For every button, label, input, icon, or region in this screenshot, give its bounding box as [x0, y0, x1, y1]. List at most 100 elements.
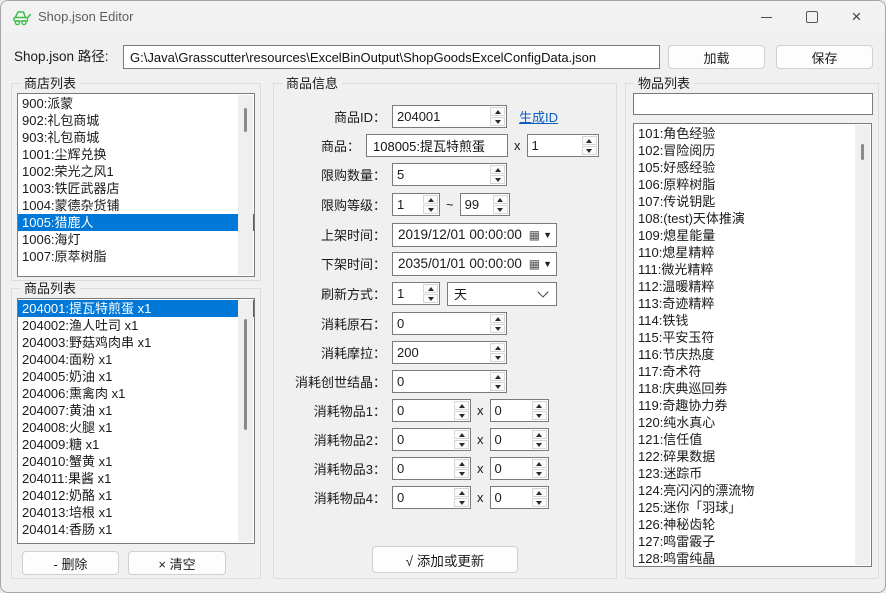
cost-item1-count-spinner[interactable]: 0: [490, 399, 549, 422]
spin-down-button[interactable]: [532, 440, 547, 449]
spin-down-button[interactable]: [582, 146, 597, 155]
list-item[interactable]: 1002:荣光之风1: [18, 163, 254, 180]
list-item[interactable]: 110:熄星精粹: [634, 244, 871, 261]
limit-level-min-spinner[interactable]: 1: [392, 193, 440, 216]
list-item[interactable]: 204006:熏禽肉 x1: [18, 385, 254, 402]
list-item[interactable]: 204003:野菇鸡肉串 x1: [18, 334, 254, 351]
list-item[interactable]: 113:奇迹精粹: [634, 295, 871, 312]
spin-up-button[interactable]: [532, 401, 547, 410]
path-input[interactable]: [123, 45, 660, 69]
clear-button[interactable]: × 清空: [128, 551, 226, 575]
cost-item3-id-spinner[interactable]: 0: [392, 457, 471, 480]
list-item[interactable]: 107:传说钥匙: [634, 193, 871, 210]
spin-down-button[interactable]: [490, 382, 505, 391]
list-item[interactable]: 119:奇趣协力券: [634, 397, 871, 414]
delete-button[interactable]: - 删除: [22, 551, 119, 575]
spin-down-button[interactable]: [454, 469, 469, 478]
close-button[interactable]: ×: [834, 1, 879, 33]
list-item[interactable]: 204011:果酱 x1: [18, 470, 254, 487]
list-item[interactable]: 204012:奶酪 x1: [18, 487, 254, 504]
spin-up-button[interactable]: [493, 195, 508, 204]
spin-down-button[interactable]: [532, 498, 547, 507]
scrollbar-track[interactable]: [238, 300, 253, 542]
begin-time-picker[interactable]: 2019/12/01 00:00:00 ▦ ▼: [392, 223, 557, 247]
list-item[interactable]: 1007:原萃树脂: [18, 248, 254, 265]
cost-item4-count-spinner[interactable]: 0: [490, 486, 549, 509]
cost-item2-count-spinner[interactable]: 0: [490, 428, 549, 451]
list-item[interactable]: 120:纯水真心: [634, 414, 871, 431]
list-item[interactable]: 1005:猎鹿人: [18, 214, 254, 231]
spin-up-button[interactable]: [532, 459, 547, 468]
spin-up-button[interactable]: [454, 401, 469, 410]
cost-item1-id-spinner[interactable]: 0: [392, 399, 471, 422]
list-item[interactable]: 114:铁钱: [634, 312, 871, 329]
list-item[interactable]: 121:信任值: [634, 431, 871, 448]
list-item[interactable]: 903:礼包商城: [18, 129, 254, 146]
list-item[interactable]: 101:角色经验: [634, 125, 871, 142]
list-item[interactable]: 115:平安玉符: [634, 329, 871, 346]
spin-down-button[interactable]: [490, 175, 505, 184]
list-item[interactable]: 111:微光精粹: [634, 261, 871, 278]
spin-up-button[interactable]: [532, 430, 547, 439]
dropdown-arrow-icon[interactable]: ▼: [543, 230, 552, 240]
list-item[interactable]: 204002:渔人吐司 x1: [18, 317, 254, 334]
spin-down-button[interactable]: [532, 411, 547, 420]
list-item[interactable]: 204001:提瓦特煎蛋 x1: [18, 300, 254, 317]
spin-down-button[interactable]: [493, 205, 508, 214]
scrollbar-track[interactable]: [855, 125, 870, 565]
spin-up-button[interactable]: [490, 314, 505, 323]
load-button[interactable]: 加载: [668, 45, 765, 69]
cost-item3-count-spinner[interactable]: 0: [490, 457, 549, 480]
spin-down-button[interactable]: [532, 469, 547, 478]
cost-crystal-spinner[interactable]: 0: [392, 370, 507, 393]
list-item[interactable]: 204004:面粉 x1: [18, 351, 254, 368]
spin-down-button[interactable]: [423, 294, 438, 303]
refresh-value-spinner[interactable]: 1: [392, 282, 440, 305]
spin-up-button[interactable]: [423, 195, 438, 204]
spin-up-button[interactable]: [490, 107, 505, 116]
title-bar[interactable]: Shop.json Editor ×: [1, 1, 885, 33]
list-item[interactable]: 204014:香肠 x1: [18, 521, 254, 538]
spin-up-button[interactable]: [423, 284, 438, 293]
spin-up-button[interactable]: [454, 488, 469, 497]
list-item[interactable]: 123:迷踪币: [634, 465, 871, 482]
shop-listbox[interactable]: 900:派蒙902:礼包商城903:礼包商城1001:尘辉兑换1002:荣光之风…: [17, 93, 255, 277]
save-button[interactable]: 保存: [776, 45, 873, 69]
maximize-button[interactable]: [789, 1, 834, 33]
list-item[interactable]: 204008:火腿 x1: [18, 419, 254, 436]
end-time-picker[interactable]: 2035/01/01 00:00:00 ▦ ▼: [392, 252, 557, 276]
item-search-input[interactable]: [633, 93, 873, 115]
spin-up-button[interactable]: [532, 488, 547, 497]
refresh-unit-select[interactable]: 天: [447, 282, 557, 306]
goods-id-spinner[interactable]: 204001: [392, 105, 507, 128]
spin-up-button[interactable]: [490, 165, 505, 174]
list-item[interactable]: 102:冒险阅历: [634, 142, 871, 159]
spin-down-button[interactable]: [490, 353, 505, 362]
goods-count-spinner[interactable]: 1: [527, 134, 599, 157]
list-item[interactable]: 108:(test)天体推演: [634, 210, 871, 227]
list-item[interactable]: 116:节庆热度: [634, 346, 871, 363]
list-item[interactable]: 109:熄星能量: [634, 227, 871, 244]
list-item[interactable]: 204009:糖 x1: [18, 436, 254, 453]
list-item[interactable]: 1003:铁匠武器店: [18, 180, 254, 197]
generate-id-link[interactable]: 生成ID: [519, 107, 558, 126]
spin-down-button[interactable]: [490, 324, 505, 333]
list-item[interactable]: 112:温暖精粹: [634, 278, 871, 295]
scrollbar-thumb[interactable]: [861, 144, 864, 160]
add-or-update-button[interactable]: √ 添加或更新: [372, 546, 518, 573]
list-item[interactable]: 204005:奶油 x1: [18, 368, 254, 385]
minimize-button[interactable]: [744, 1, 789, 33]
scrollbar-thumb[interactable]: [244, 319, 247, 430]
list-item[interactable]: 204010:蟹黄 x1: [18, 453, 254, 470]
list-item[interactable]: 902:礼包商城: [18, 112, 254, 129]
spin-down-button[interactable]: [454, 411, 469, 420]
cost-item2-id-spinner[interactable]: 0: [392, 428, 471, 451]
dropdown-arrow-icon[interactable]: ▼: [543, 259, 552, 269]
list-item[interactable]: 1006:海灯: [18, 231, 254, 248]
list-item[interactable]: 900:派蒙: [18, 95, 254, 112]
limit-level-max-spinner[interactable]: 99: [460, 193, 510, 216]
list-item[interactable]: 105:好感经验: [634, 159, 871, 176]
items-listbox[interactable]: 101:角色经验102:冒险阅历105:好感经验106:原粹树脂107:传说钥匙…: [633, 123, 872, 567]
cost-primogem-spinner[interactable]: 0: [392, 312, 507, 335]
list-item[interactable]: 204013:培根 x1: [18, 504, 254, 521]
